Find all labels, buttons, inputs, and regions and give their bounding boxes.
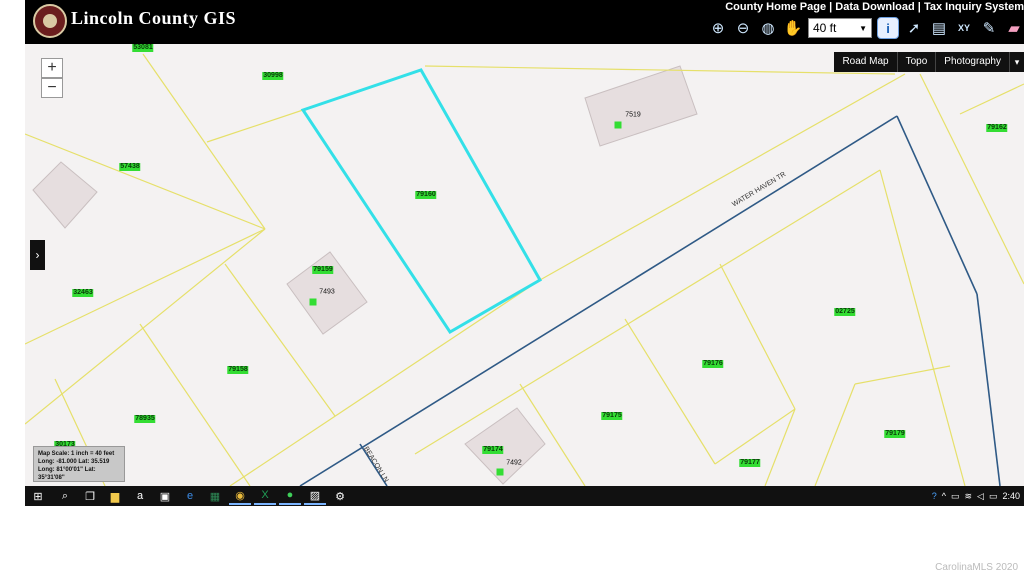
chrome-icon[interactable]: ◉ [229, 487, 251, 505]
tab-road-map[interactable]: Road Map [834, 52, 898, 72]
scale-select[interactable]: 40 ft ▼ [808, 18, 872, 38]
tab-photography[interactable]: Photography [936, 52, 1010, 72]
data-download-link[interactable]: Data Download [835, 1, 914, 13]
parcel-label: 79174 [482, 446, 504, 454]
pencil-icon[interactable]: ✎ [979, 18, 999, 38]
building [32, 161, 98, 229]
parcel-map-svg [25, 53, 1024, 486]
building [584, 65, 698, 147]
photos-icon[interactable]: ▨ [304, 487, 326, 505]
excel-icon[interactable]: X [254, 487, 276, 505]
windows-taskbar: ⊞ ⌕ ❐ ▆ a ▣ e ▦ ◉ X ● ▨ ⚙ ? ^ ▭ ≋ ◁ ▭ 2:… [25, 486, 1024, 506]
edge-icon[interactable]: e [179, 487, 201, 505]
parcel-label: 79159 [312, 266, 334, 274]
zoom-out-icon[interactable]: ⊖ [733, 18, 753, 38]
address-label: 7492 [506, 459, 522, 467]
system-tray: ? ^ ▭ ≋ ◁ ▭ 2:40 [932, 486, 1020, 506]
chevron-up-icon[interactable]: ^ [942, 491, 946, 501]
desktop-screen: Lincoln County GIS County Home Page | Da… [25, 0, 1024, 506]
parcel-label: 79176 [702, 360, 724, 368]
building [464, 407, 546, 485]
house-icon [496, 468, 504, 476]
app2-icon[interactable]: ● [279, 487, 301, 505]
side-panel-toggle[interactable]: › [30, 240, 45, 270]
parcel-label: 79175 [601, 412, 623, 420]
zoom-in-button[interactable]: + [41, 58, 63, 78]
app-icon[interactable]: ▦ [204, 487, 226, 505]
app-title: Lincoln County GIS [71, 8, 237, 28]
tax-inquiry-link[interactable]: Tax Inquiry System [924, 1, 1024, 13]
map-toolbar: ⊕ ⊖ ◍ ✋ 40 ft ▼ i ➚ ▤ XY ✎ ▰ [708, 15, 1024, 41]
parcel-label: 57438 [119, 163, 141, 171]
county-home-link[interactable]: County Home Page [725, 1, 826, 13]
clock-time[interactable]: 2:40 [1002, 491, 1020, 501]
task-view-icon[interactable]: ❐ [79, 487, 101, 505]
parcel-label: 79158 [227, 366, 249, 374]
app3-icon[interactable]: ⚙ [329, 487, 351, 505]
file-explorer-icon[interactable]: ▆ [104, 487, 126, 505]
parcel-label: 53081 [132, 44, 154, 52]
globe-icon[interactable]: ◍ [758, 18, 778, 38]
zoom-in-icon[interactable]: ⊕ [708, 18, 728, 38]
house-icon [309, 298, 317, 306]
parcel-label: 32463 [72, 289, 94, 297]
gis-header: Lincoln County GIS County Home Page | Da… [25, 0, 1024, 44]
pan-hand-icon[interactable]: ✋ [783, 18, 803, 38]
network-icon[interactable]: ▭ [951, 491, 960, 502]
volume-icon[interactable]: ◁ [977, 491, 984, 502]
address-label: 7519 [625, 111, 641, 119]
help-icon[interactable]: ? [932, 491, 937, 501]
parcel-label: 79160 [415, 191, 437, 199]
eraser-icon[interactable]: ▰ [1004, 18, 1024, 38]
parcel-label: 79162 [986, 124, 1008, 132]
address-label: 7493 [319, 288, 335, 296]
xy-coordinate-icon[interactable]: XY [954, 18, 974, 38]
print-icon[interactable]: ▤ [929, 18, 949, 38]
map-canvas[interactable]: + − Road Map Topo Photography ▾ › 53081 … [25, 44, 1024, 486]
chevron-down-icon[interactable]: ▾ [1010, 52, 1024, 72]
identify-icon[interactable]: i [877, 17, 899, 39]
parcel-label: 79177 [739, 459, 761, 467]
wifi-icon[interactable]: ≋ [964, 491, 972, 502]
amazon-icon[interactable]: a [129, 487, 151, 505]
house-icon [614, 121, 622, 129]
basemap-switcher: Road Map Topo Photography ▾ [834, 52, 1024, 72]
zoom-out-button[interactable]: − [41, 78, 63, 98]
county-seal-logo [33, 4, 67, 38]
parcel-label: 30998 [262, 72, 284, 80]
map-scale-box: Map Scale: 1 inch = 40 feet Long: -81.00… [33, 446, 125, 482]
header-links: County Home Page | Data Download | Tax I… [725, 1, 1024, 13]
search-icon[interactable]: ⌕ [54, 487, 76, 505]
parcel-label: 78935 [134, 415, 156, 423]
parcel-label: 79179 [884, 430, 906, 438]
windows-start-icon[interactable]: ⊞ [25, 487, 51, 505]
watermark: CarolinaMLS 2020 [935, 562, 1018, 573]
chevron-down-icon: ▼ [859, 23, 867, 33]
parcel-label: 02725 [834, 308, 856, 316]
select-arrow-icon[interactable]: ➚ [904, 18, 924, 38]
message-icon[interactable]: ▭ [989, 491, 998, 502]
store-icon[interactable]: ▣ [154, 487, 176, 505]
tab-topo[interactable]: Topo [897, 52, 937, 72]
